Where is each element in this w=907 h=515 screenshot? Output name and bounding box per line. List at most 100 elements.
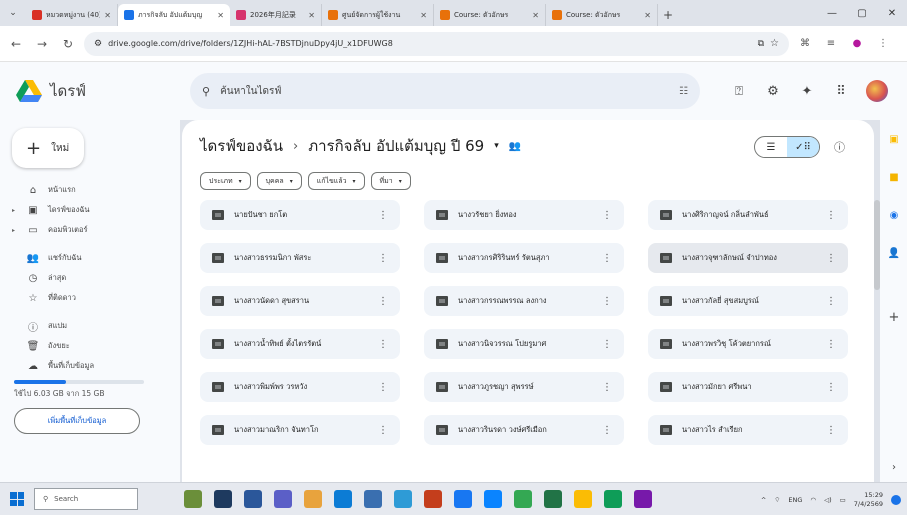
folder-card[interactable]: นายปันชา ยกโต ⋮: [200, 200, 400, 230]
tab-close-icon[interactable]: ✕: [308, 11, 315, 20]
tray-expand-icon[interactable]: ^: [761, 496, 766, 504]
sidebar-item[interactable]: ◷ ล่าสุด: [0, 268, 180, 288]
folder-card[interactable]: นางสาวนัดดา สุขสราน ⋮: [200, 286, 400, 316]
chrome-profile-app-icon[interactable]: [574, 490, 592, 508]
close-window-icon[interactable]: ✕: [877, 0, 907, 26]
expand-panel-icon[interactable]: ›: [887, 460, 901, 474]
more-vert-icon[interactable]: ⋮: [602, 382, 612, 393]
filter-chip[interactable]: ประเภท ▾: [200, 172, 251, 190]
more-vert-icon[interactable]: ⋮: [826, 210, 836, 221]
more-vert-icon[interactable]: ⋮: [826, 253, 836, 264]
excel-app-icon[interactable]: [544, 490, 562, 508]
more-vert-icon[interactable]: ⋮: [826, 296, 836, 307]
filter-chip[interactable]: แก้ไขแล้ว ▾: [307, 172, 365, 190]
browser-tab[interactable]: ศูนย์จัดการผู้ใช้งาน ✕: [322, 4, 434, 26]
folder-card[interactable]: นางสาวกรศิริรินทร์ รัตนสุภา ⋮: [424, 243, 624, 273]
expand-caret-icon[interactable]: ▸: [12, 227, 18, 234]
breadcrumb-current[interactable]: ภารกิจลับ อัปแต้มบุญ ปี 69: [308, 134, 484, 158]
details-info-icon[interactable]: ⓘ: [834, 139, 845, 155]
folder-card[interactable]: นางสาวไร สำเรียก ⋮: [648, 415, 848, 445]
breadcrumb-root[interactable]: ไดรฟ์ของฉัน: [200, 134, 283, 158]
files-app-icon[interactable]: [304, 490, 322, 508]
forward-icon[interactable]: →: [32, 34, 52, 54]
restore-icon[interactable]: ▢: [847, 0, 877, 26]
folder-card[interactable]: นางสาวธรรมนิกา พัสระ ⋮: [200, 243, 400, 273]
reload-icon[interactable]: ↻: [58, 34, 78, 54]
contacts-icon[interactable]: 👤: [887, 246, 901, 260]
tab-search-icon[interactable]: ⌄: [0, 0, 26, 26]
filter-chip[interactable]: บุคคล ▾: [256, 172, 302, 190]
widget-app-icon[interactable]: [184, 490, 202, 508]
site-info-icon[interactable]: ⚙: [94, 39, 102, 49]
folder-card[interactable]: นางสาวนิจวรรณ โปยรูมาศ ⋮: [424, 329, 624, 359]
more-vert-icon[interactable]: ⋮: [378, 296, 388, 307]
bookmark-star-icon[interactable]: ☆: [770, 38, 779, 49]
browser-tab[interactable]: Course: ตัวอักษร ✕: [434, 4, 546, 26]
store-app-icon[interactable]: [364, 490, 382, 508]
sidebar-item[interactable]: 🗑 ถังขยะ: [0, 336, 180, 356]
sidebar-item[interactable]: ⌂ หน้าแรก: [0, 180, 180, 200]
add-addon-icon[interactable]: +: [887, 310, 901, 325]
folder-card[interactable]: นางสาวกรรณพรรณ ลงกาง ⋮: [424, 286, 624, 316]
sidebar-item[interactable]: 👥 แชร์กับฉัน: [0, 248, 180, 268]
install-icon[interactable]: ⧉: [758, 39, 764, 49]
drive-logo[interactable]: ไดรฟ์: [16, 79, 186, 103]
folder-card[interactable]: นางสาวมักยา ศรีพนา ⋮: [648, 372, 848, 402]
tab-close-icon[interactable]: ✕: [217, 11, 224, 20]
expand-caret-icon[interactable]: ▸: [12, 207, 18, 214]
gemini-icon[interactable]: ✦: [798, 82, 816, 100]
edge-app-icon[interactable]: [334, 490, 352, 508]
facebook-app-icon[interactable]: [454, 490, 472, 508]
wifi-icon[interactable]: ◠: [810, 496, 816, 504]
calendar-icon[interactable]: ▣: [887, 132, 901, 146]
address-bar[interactable]: ⚙ drive.google.com/drive/folders/1ZJHi-h…: [84, 31, 789, 56]
search-input[interactable]: ค้นหาในไดรฟ์: [220, 84, 669, 99]
browser-menu-icon[interactable]: ⋮: [873, 34, 893, 54]
folder-card[interactable]: นางสาวพิมพ์พร วรหวัง ⋮: [200, 372, 400, 402]
more-vert-icon[interactable]: ⋮: [378, 253, 388, 264]
battery-icon[interactable]: ▭: [840, 496, 846, 504]
gallery-app-icon[interactable]: [394, 490, 412, 508]
list-view-icon[interactable]: ☰: [755, 137, 787, 157]
tab-close-icon[interactable]: ✕: [532, 11, 539, 20]
keep-icon[interactable]: ■: [887, 170, 901, 184]
more-vert-icon[interactable]: ⋮: [826, 339, 836, 350]
search-options-icon[interactable]: ☷: [679, 86, 688, 97]
folder-card[interactable]: นางสาวภูรชญา สุพรรษ์ ⋮: [424, 372, 624, 402]
tab-close-icon[interactable]: ✕: [644, 11, 651, 20]
profile-icon[interactable]: ●: [847, 34, 867, 54]
folder-card[interactable]: นางสาวมาณริกา จันทาโก ⋮: [200, 415, 400, 445]
more-vert-icon[interactable]: ⋮: [826, 425, 836, 436]
more-vert-icon[interactable]: ⋮: [378, 382, 388, 393]
new-tab-icon[interactable]: +: [658, 4, 678, 26]
taskbar-clock[interactable]: 15:29 7/4/2569: [854, 491, 883, 509]
folder-card[interactable]: นางสาวกัลยี่ สุขสมบูรณ์ ⋮: [648, 286, 848, 316]
notification-icon[interactable]: [891, 494, 901, 505]
settings-gear-icon[interactable]: ⚙: [764, 82, 782, 100]
folder-card[interactable]: นางสาวจุฑาลักษณ์ จำปาทอง ⋮: [648, 243, 848, 273]
terminal-app-icon[interactable]: [214, 490, 232, 508]
browser-tab[interactable]: 2026年月記录 ✕: [230, 4, 322, 26]
more-vert-icon[interactable]: ⋮: [602, 339, 612, 350]
shared-folder-icon[interactable]: 👥: [509, 141, 521, 152]
input-language[interactable]: ENG: [788, 496, 802, 504]
taskbar-search[interactable]: ⚲ Search: [34, 488, 138, 510]
folder-card[interactable]: นางวรัชยา ยิ่งทอง ⋮: [424, 200, 624, 230]
volume-icon[interactable]: ◁): [824, 496, 832, 504]
get-more-storage-button[interactable]: เพิ่มพื้นที่เก็บข้อมูล: [14, 408, 140, 434]
sidebar-item[interactable]: ▸ ▭ คอมพิวเตอร์: [0, 220, 180, 240]
tab-close-icon[interactable]: ✕: [420, 11, 427, 20]
folder-card[interactable]: นางสาวพรวิชุ โค้วตยากรณ์ ⋮: [648, 329, 848, 359]
more-vert-icon[interactable]: ⋮: [602, 296, 612, 307]
tasks-icon[interactable]: ◉: [887, 208, 901, 222]
account-avatar[interactable]: [866, 80, 888, 102]
folder-card[interactable]: นางศิริกาญจน์ กลิ่นลำพันธ์ ⋮: [648, 200, 848, 230]
sidebar-item[interactable]: ⓘ สแปม: [0, 316, 180, 336]
sidebar-item[interactable]: ▸ ▣ ไดรฟ์ของฉัน: [0, 200, 180, 220]
powerpoint-app-icon[interactable]: [424, 490, 442, 508]
more-vert-icon[interactable]: ⋮: [378, 339, 388, 350]
windows-start-icon[interactable]: [10, 492, 24, 506]
sidebar-item[interactable]: ☁ พื้นที่เก็บข้อมูล: [0, 356, 180, 376]
more-vert-icon[interactable]: ⋮: [602, 210, 612, 221]
search-icon[interactable]: ⚲: [202, 85, 210, 98]
